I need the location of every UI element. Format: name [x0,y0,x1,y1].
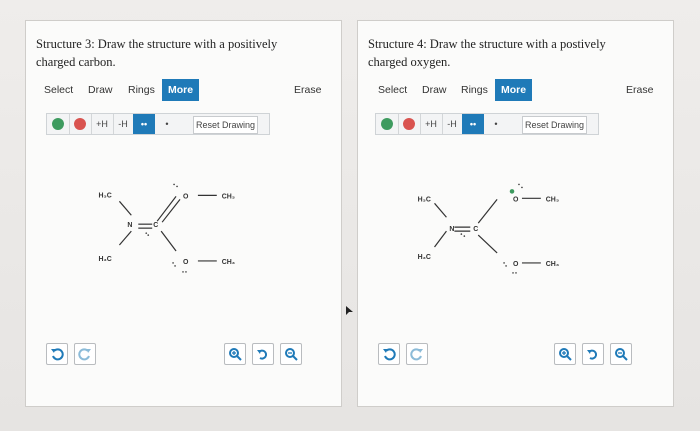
plus-icon [381,118,393,130]
zoom-in-button[interactable] [224,343,246,365]
plus-icon [52,118,64,130]
reset-zoom-icon [587,349,598,360]
question-prompt: Structure 4: Draw the structure with a p… [368,37,606,69]
negative-charge-button[interactable] [69,114,92,134]
drawing-canvas[interactable]: H₃C H₃C N C O O CH₃ CH₃ [358,151,673,351]
ch3-bottom-label: CH₃ [222,259,235,266]
structure-4-panel: Structure 4: Draw the structure with a p… [357,20,674,407]
reset-drawing-button[interactable]: Reset Drawing [522,116,588,134]
radical-button[interactable]: • [157,114,177,134]
page: Structure 3: Draw the structure with a p… [0,0,700,431]
tab-erase[interactable]: Erase [288,79,327,101]
undo-button[interactable] [378,343,400,365]
reset-drawing-button[interactable]: Reset Drawing [193,116,259,134]
mouse-cursor-icon [346,306,353,315]
ch3-top-label: CH₃ [546,196,559,203]
tab-select[interactable]: Select [38,79,79,101]
undo-button[interactable] [46,343,68,365]
zoom-in-icon [559,348,572,361]
redo-icon [410,348,423,361]
radical-button[interactable]: • [486,114,506,134]
tab-select[interactable]: Select [372,79,413,101]
zoom-out-icon [285,348,298,361]
reset-zoom-icon [257,349,268,360]
remove-h-button[interactable]: -H [113,114,134,134]
reset-zoom-button[interactable] [252,343,274,365]
h3c-bottom-label: H₃C [418,254,431,261]
carbon-label: C [473,226,478,233]
tab-more[interactable]: More [162,79,200,101]
positive-charge-button[interactable] [376,114,399,134]
editor-tabs: Select Draw Rings More Erase [26,79,341,101]
zoom-out-button[interactable] [610,343,632,365]
redo-button[interactable] [74,343,96,365]
lone-pair-button[interactable]: •• [133,114,155,134]
carbon-label: C [153,222,158,229]
question-prompt: Structure 3: Draw the structure with a p… [36,37,278,69]
h3c-bottom-label: H₃C [99,256,112,263]
tab-rings[interactable]: Rings [122,79,161,101]
remove-h-button[interactable]: -H [442,114,463,134]
more-toolbar: +H -H •• • Reset Drawing [46,113,270,135]
nitrogen-label: N [127,222,132,229]
more-toolbar: +H -H •• • Reset Drawing [375,113,599,135]
undo-icon [383,348,396,361]
add-h-button[interactable]: +H [420,114,443,134]
zoom-out-button[interactable] [280,343,302,365]
tab-rings[interactable]: Rings [455,79,494,101]
oxygen-bottom-label: O [513,261,519,268]
add-h-button[interactable]: +H [91,114,114,134]
redo-icon [78,348,91,361]
tab-draw[interactable]: Draw [416,79,453,101]
ch3-top-label: CH₃ [222,193,235,200]
undo-icon [51,348,64,361]
minus-icon [403,118,415,130]
ch3-bottom-label: CH₃ [546,261,559,268]
tab-draw[interactable]: Draw [82,79,119,101]
structure-3-panel: Structure 3: Draw the structure with a p… [25,20,342,407]
tab-more[interactable]: More [495,79,533,101]
zoom-in-icon [229,348,242,361]
minus-icon [74,118,86,130]
tab-erase[interactable]: Erase [620,79,659,101]
editor-tabs: Select Draw Rings More Erase [358,79,673,101]
zoom-in-button[interactable] [554,343,576,365]
zoom-out-icon [615,348,628,361]
nitrogen-label: N [449,226,454,233]
charge-marker [509,189,515,194]
negative-charge-button[interactable] [398,114,421,134]
redo-button[interactable] [406,343,428,365]
h3c-top-label: H₃C [99,192,112,199]
oxygen-top-label: O [183,193,189,200]
oxygen-bottom-label: O [183,259,189,266]
reset-zoom-button[interactable] [582,343,604,365]
drawing-canvas[interactable]: H₃C H₃C N C O O CH₃ CH₃ [26,151,341,351]
oxygen-top-label: O [513,196,519,203]
lone-pair-button[interactable]: •• [462,114,484,134]
h3c-top-label: H₃C [418,196,431,203]
positive-charge-button[interactable] [47,114,70,134]
